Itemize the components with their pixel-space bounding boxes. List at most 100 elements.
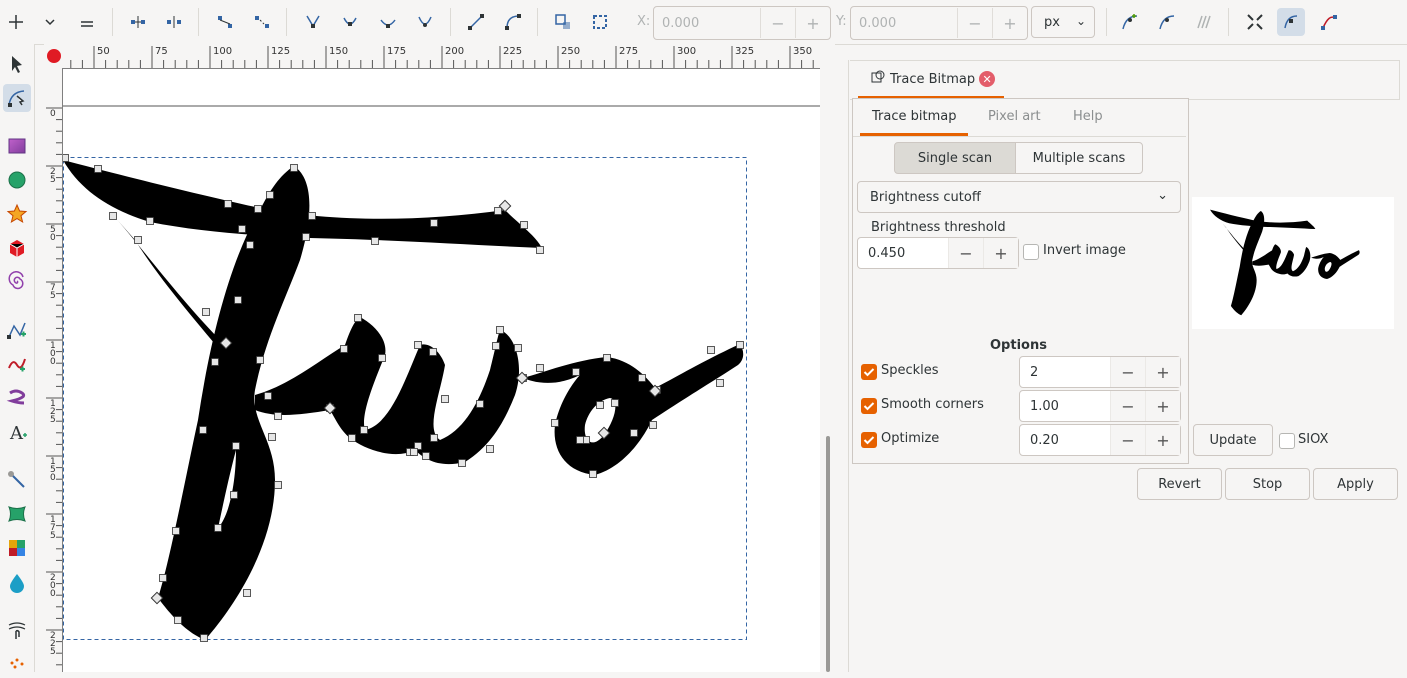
vertical-scrollbar[interactable] bbox=[820, 44, 835, 672]
smooth-corners-input[interactable]: 1.00 − + bbox=[1019, 390, 1181, 422]
path-node[interactable] bbox=[716, 379, 724, 387]
3d-box-tool-icon[interactable] bbox=[3, 234, 31, 262]
path-node[interactable] bbox=[611, 399, 619, 407]
x-increment-button[interactable]: + bbox=[795, 8, 830, 38]
smooth-corners-checkbox[interactable] bbox=[861, 398, 877, 414]
speckles-decrement-button[interactable]: − bbox=[1110, 357, 1145, 387]
path-node[interactable] bbox=[414, 341, 422, 349]
path-node[interactable] bbox=[200, 634, 208, 642]
spray-tool-icon[interactable] bbox=[3, 650, 31, 678]
path-node[interactable] bbox=[486, 445, 494, 453]
ellipse-tool-icon[interactable] bbox=[3, 166, 31, 194]
smooth-corners-decrement-button[interactable]: − bbox=[1110, 391, 1145, 421]
path-node[interactable] bbox=[243, 589, 251, 597]
pencil-tool-icon[interactable] bbox=[3, 350, 31, 378]
make-curve-icon[interactable] bbox=[499, 8, 527, 36]
path-node[interactable] bbox=[340, 345, 348, 353]
path-node[interactable] bbox=[256, 356, 264, 364]
path-node[interactable] bbox=[536, 364, 544, 372]
make-line-icon[interactable] bbox=[462, 8, 490, 36]
path-node[interactable] bbox=[266, 191, 274, 199]
path-node[interactable] bbox=[94, 165, 102, 173]
speckles-input[interactable]: 2 − + bbox=[1019, 356, 1181, 388]
y-increment-button[interactable]: + bbox=[992, 8, 1027, 38]
path-node[interactable] bbox=[736, 341, 744, 349]
vertical-ruler[interactable]: 0 2 5 5 0 7 5 1 0 0 1 2 5 1 5 0 1 7 5 2 0 0 2 2 5 bbox=[44, 68, 63, 672]
path-node[interactable] bbox=[520, 221, 528, 229]
path-node[interactable] bbox=[246, 241, 254, 249]
path-node[interactable] bbox=[589, 470, 597, 478]
path-node[interactable] bbox=[290, 164, 298, 172]
path-node[interactable] bbox=[430, 219, 438, 227]
drawing-canvas[interactable] bbox=[63, 69, 820, 672]
lock-icon[interactable] bbox=[47, 49, 61, 63]
path-node[interactable] bbox=[224, 200, 232, 208]
pen-tool-icon[interactable] bbox=[3, 316, 31, 344]
tab-pixel-art[interactable]: Pixel art bbox=[988, 109, 1041, 135]
show-handles-icon[interactable] bbox=[1116, 8, 1144, 36]
selector-tool-icon[interactable] bbox=[3, 50, 31, 78]
speckles-increment-button[interactable]: + bbox=[1145, 357, 1180, 387]
path-node[interactable] bbox=[630, 429, 638, 437]
invert-image-checkbox[interactable] bbox=[1023, 244, 1039, 260]
path-node[interactable] bbox=[254, 205, 262, 213]
path-node[interactable] bbox=[360, 426, 368, 434]
threshold-increment-button[interactable]: + bbox=[983, 238, 1018, 268]
single-scan-button[interactable]: Single scan bbox=[894, 142, 1016, 174]
path-node[interactable] bbox=[302, 233, 310, 241]
x-coordinate-input[interactable]: 0.000 − + bbox=[653, 6, 831, 40]
y-coordinate-input[interactable]: 0.000 − + bbox=[850, 6, 1028, 40]
threshold-decrement-button[interactable]: − bbox=[948, 238, 983, 268]
path-node[interactable] bbox=[354, 314, 362, 322]
path-node[interactable] bbox=[378, 354, 386, 362]
path-node[interactable] bbox=[274, 481, 282, 489]
path-node[interactable] bbox=[146, 217, 154, 225]
path-node[interactable] bbox=[476, 400, 484, 408]
dropper-tool-icon[interactable] bbox=[3, 568, 31, 596]
optimize-checkbox[interactable] bbox=[861, 432, 877, 448]
path-node[interactable] bbox=[348, 434, 356, 442]
smooth-node-icon[interactable] bbox=[336, 8, 364, 36]
path-node[interactable] bbox=[199, 426, 207, 434]
break-path-icon[interactable] bbox=[160, 8, 188, 36]
path-node[interactable] bbox=[274, 412, 282, 420]
optimize-decrement-button[interactable]: − bbox=[1110, 425, 1145, 455]
tab-trace-bitmap[interactable]: Trace bitmap bbox=[872, 109, 956, 135]
rectangle-tool-icon[interactable] bbox=[3, 132, 31, 160]
optimize-input[interactable]: 0.20 − + bbox=[1019, 424, 1181, 456]
scrollbar-thumb[interactable] bbox=[826, 436, 830, 672]
gradient-tool-icon[interactable] bbox=[3, 534, 31, 562]
path-node[interactable] bbox=[134, 236, 142, 244]
optimize-increment-button[interactable]: + bbox=[1145, 425, 1180, 455]
star-tool-icon[interactable] bbox=[3, 200, 31, 228]
join-nodes-icon[interactable] bbox=[124, 8, 152, 36]
path-node[interactable] bbox=[430, 434, 438, 442]
path-node[interactable] bbox=[308, 212, 316, 220]
zoom-fit-icon[interactable] bbox=[1241, 8, 1269, 36]
siox-checkbox[interactable] bbox=[1279, 433, 1295, 449]
text-tool-icon[interactable]: A bbox=[3, 418, 31, 446]
path-node[interactable] bbox=[159, 574, 167, 582]
path-node[interactable] bbox=[422, 452, 430, 460]
multiple-scans-button[interactable]: Multiple scans bbox=[1015, 142, 1143, 174]
path-node[interactable] bbox=[496, 326, 504, 334]
path-node[interactable] bbox=[441, 395, 449, 403]
trace-mode-select[interactable]: Brightness cutoff ⌄ bbox=[857, 181, 1181, 213]
mesh-tool-icon[interactable] bbox=[3, 500, 31, 528]
path-node[interactable] bbox=[234, 296, 242, 304]
unit-select[interactable]: px ⌄ bbox=[1031, 6, 1095, 38]
path-node[interactable] bbox=[214, 524, 222, 532]
path-node[interactable] bbox=[232, 442, 240, 450]
path-node[interactable] bbox=[174, 616, 182, 624]
path-node[interactable] bbox=[268, 433, 276, 441]
update-button[interactable]: Update bbox=[1193, 424, 1273, 456]
path-node[interactable] bbox=[603, 354, 611, 362]
smooth-corners-increment-button[interactable]: + bbox=[1145, 391, 1180, 421]
x-decrement-button[interactable]: − bbox=[760, 8, 795, 38]
node-tool-icon[interactable] bbox=[3, 84, 31, 112]
path-node[interactable] bbox=[238, 225, 246, 233]
y-decrement-button[interactable]: − bbox=[957, 8, 992, 38]
path-node[interactable] bbox=[551, 419, 559, 427]
edit-mask-icon[interactable] bbox=[1315, 8, 1343, 36]
edit-clip-icon[interactable] bbox=[1277, 8, 1305, 36]
